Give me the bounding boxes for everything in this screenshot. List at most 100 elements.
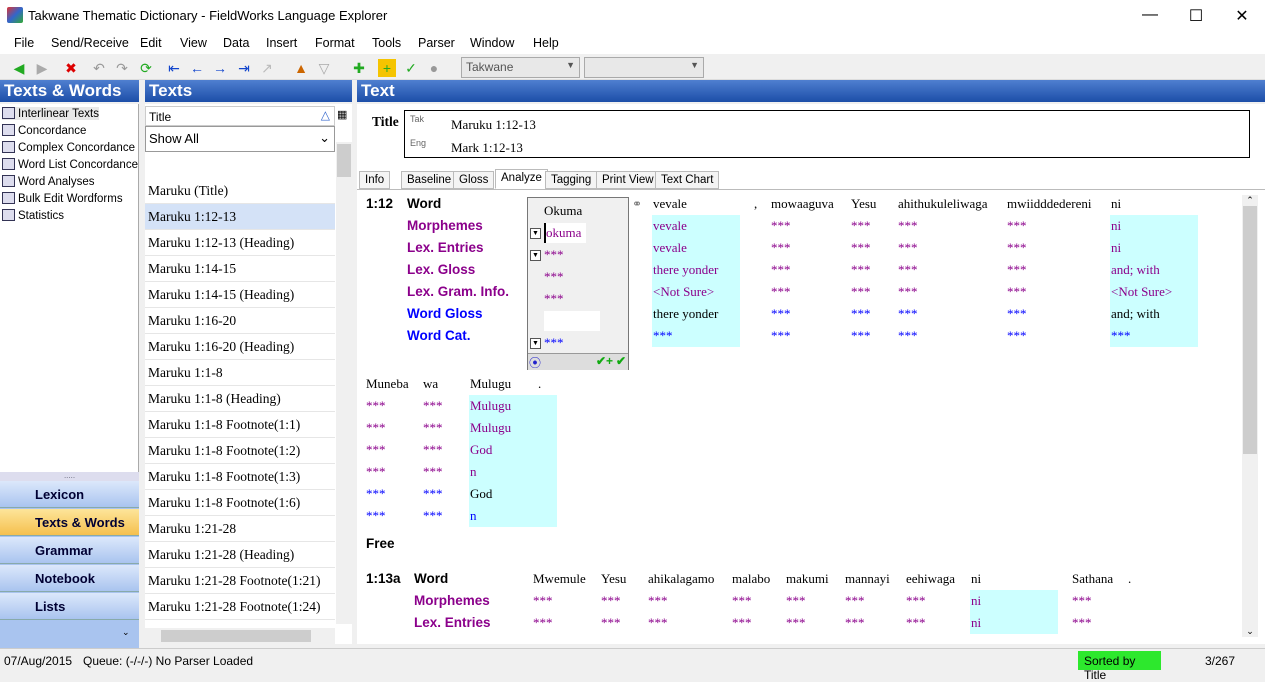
analysis-value[interactable]: ***	[423, 464, 443, 480]
word[interactable]: Mulugu	[470, 376, 511, 392]
analysis-value[interactable]: ***	[898, 328, 918, 344]
title-vernacular[interactable]: Maruku 1:12-13	[451, 117, 536, 133]
menu-insert[interactable]: Insert	[266, 36, 297, 50]
tab-baseline[interactable]: Baseline	[401, 171, 458, 189]
text-list-item[interactable]: Maruku 1:16-20 (Heading)	[145, 334, 335, 360]
analysis-value[interactable]: ***	[366, 420, 386, 436]
link-icon[interactable]: ⚭	[632, 197, 642, 211]
maximize-button[interactable]: ☐	[1173, 6, 1219, 26]
word[interactable]: .	[1128, 571, 1131, 587]
sandbox-field[interactable]	[544, 311, 600, 331]
approve-icon[interactable]: ✓	[402, 59, 420, 77]
analysis-value[interactable]: ***	[601, 615, 621, 631]
delete-icon[interactable]: ✖	[62, 59, 80, 77]
menu-view[interactable]: View	[180, 36, 207, 50]
word[interactable]: wa	[423, 376, 438, 392]
refresh-icon[interactable]: ⟳	[137, 59, 155, 77]
analysis-value[interactable]: ***	[851, 306, 871, 322]
analysis-value[interactable]: ***	[771, 262, 791, 278]
text-list-item[interactable]: Maruku 1:12-13	[145, 204, 335, 230]
text-list-item[interactable]: Maruku 1:1-8 Footnote(1:1)	[145, 412, 335, 438]
close-button[interactable]: ✕	[1219, 6, 1265, 26]
texts-vertical-scrollbar[interactable]	[336, 142, 352, 624]
analysis-value[interactable]: ***	[366, 464, 386, 480]
analysis-value[interactable]: ***	[648, 593, 668, 609]
insert-icon[interactable]: +	[378, 59, 396, 77]
nav-lexicon[interactable]: Lexicon	[0, 481, 139, 508]
tab-gloss[interactable]: Gloss	[453, 171, 495, 189]
word[interactable]: Yesu	[601, 571, 626, 587]
scroll-thumb[interactable]	[161, 630, 311, 642]
text-list-item[interactable]: Maruku 1:21-28 Footnote(1:21)	[145, 568, 335, 594]
forward-icon[interactable]: ▶	[33, 59, 51, 77]
text-list-item[interactable]: Maruku 1:16-20	[145, 308, 335, 334]
undo-icon[interactable]: ↶	[90, 59, 108, 77]
scroll-down-icon[interactable]: ⌄	[1242, 626, 1258, 637]
analysis-value[interactable]: ***	[1007, 328, 1027, 344]
new-text-icon[interactable]: ✚	[350, 59, 368, 77]
tab-analyze[interactable]: Analyze	[495, 169, 548, 189]
texts-horizontal-scrollbar[interactable]	[145, 628, 335, 644]
analysis-value[interactable]: ***	[366, 398, 386, 414]
word[interactable]: ,	[754, 196, 757, 212]
word[interactable]: makumi	[786, 571, 829, 587]
nav-texts-words[interactable]: Texts & Words	[0, 509, 139, 536]
analysis-value[interactable]: ***	[851, 284, 871, 300]
analysis-value[interactable]: ***	[1007, 240, 1027, 256]
analysis-value[interactable]: ***	[851, 262, 871, 278]
analysis-value[interactable]: ***	[1007, 262, 1027, 278]
tab-tagging[interactable]: Tagging	[545, 171, 598, 189]
text-list-item[interactable]: Maruku 1:1-8 (Heading)	[145, 386, 335, 412]
analysis-value[interactable]: ***	[1072, 593, 1092, 609]
word[interactable]: ahithukuleliwaga	[898, 196, 988, 212]
word[interactable]: vevale	[653, 196, 687, 212]
sandbox-field[interactable]: ***	[544, 333, 586, 353]
previous-record-icon[interactable]: ←	[188, 59, 206, 77]
analysis-value[interactable]: ***	[1111, 328, 1131, 344]
text-list-item[interactable]: Maruku 1:1-8	[145, 360, 335, 386]
analysis-value[interactable]: and; with	[1111, 306, 1160, 322]
analysis-value[interactable]: ***	[366, 486, 386, 502]
tab-info[interactable]: Info	[359, 171, 391, 189]
approve-and-add-icon[interactable]: ✔+	[596, 354, 613, 368]
analysis-value[interactable]: ***	[533, 615, 553, 631]
title-english[interactable]: Mark 1:12-13	[451, 140, 523, 156]
menu-edit[interactable]: Edit	[140, 36, 162, 50]
tool-item[interactable]: Statistics	[2, 209, 64, 222]
analysis-value[interactable]: ***	[898, 284, 918, 300]
tool-item[interactable]: Bulk Edit Wordforms	[2, 192, 123, 205]
tool-item[interactable]: Interlinear Texts	[2, 107, 99, 120]
analysis-value[interactable]: God	[470, 486, 492, 502]
analysis-value[interactable]: ***	[732, 593, 752, 609]
analysis-value[interactable]: ***	[845, 593, 865, 609]
first-record-icon[interactable]: ⇤	[165, 59, 183, 77]
analysis-value[interactable]: ***	[906, 593, 926, 609]
menu-tools[interactable]: Tools	[372, 36, 401, 50]
analysis-value[interactable]: ***	[1007, 306, 1027, 322]
expand-icon[interactable]: ⦿	[529, 354, 541, 371]
analysis-value[interactable]: ***	[1007, 284, 1027, 300]
analysis-value[interactable]: Mulugu	[470, 420, 511, 436]
text-list-item[interactable]: Maruku 1:12-13 (Heading)	[145, 230, 335, 256]
menu-data[interactable]: Data	[223, 36, 249, 50]
analysis-value[interactable]: ***	[771, 284, 791, 300]
column-chooser-icon[interactable]: ▦	[337, 108, 347, 121]
redo-icon[interactable]: ↷	[113, 59, 131, 77]
text-list-item[interactable]: Maruku 1:21-28 (Heading)	[145, 542, 335, 568]
word[interactable]: Muneba	[366, 376, 409, 392]
text-list-item[interactable]: Maruku 1:14-15 (Heading)	[145, 282, 335, 308]
sandbox-field[interactable]: ***	[544, 245, 586, 265]
analysis-value[interactable]: ***	[786, 593, 806, 609]
analysis-value[interactable]: ***	[898, 306, 918, 322]
analysis-value[interactable]: ***	[786, 615, 806, 631]
word[interactable]: Sathana	[1072, 571, 1113, 587]
word[interactable]: malabo	[732, 571, 770, 587]
analysis-value[interactable]: ***	[771, 328, 791, 344]
analysis-value[interactable]: ***	[851, 240, 871, 256]
next-record-icon[interactable]: →	[211, 59, 229, 77]
analysis-value[interactable]: n	[470, 508, 477, 524]
text-list-item[interactable]: Maruku 1:1-8 Footnote(1:3)	[145, 464, 335, 490]
word[interactable]: ni	[1111, 196, 1121, 212]
filter-icon[interactable]: ▽	[315, 59, 333, 77]
word[interactable]: Yesu	[851, 196, 876, 212]
